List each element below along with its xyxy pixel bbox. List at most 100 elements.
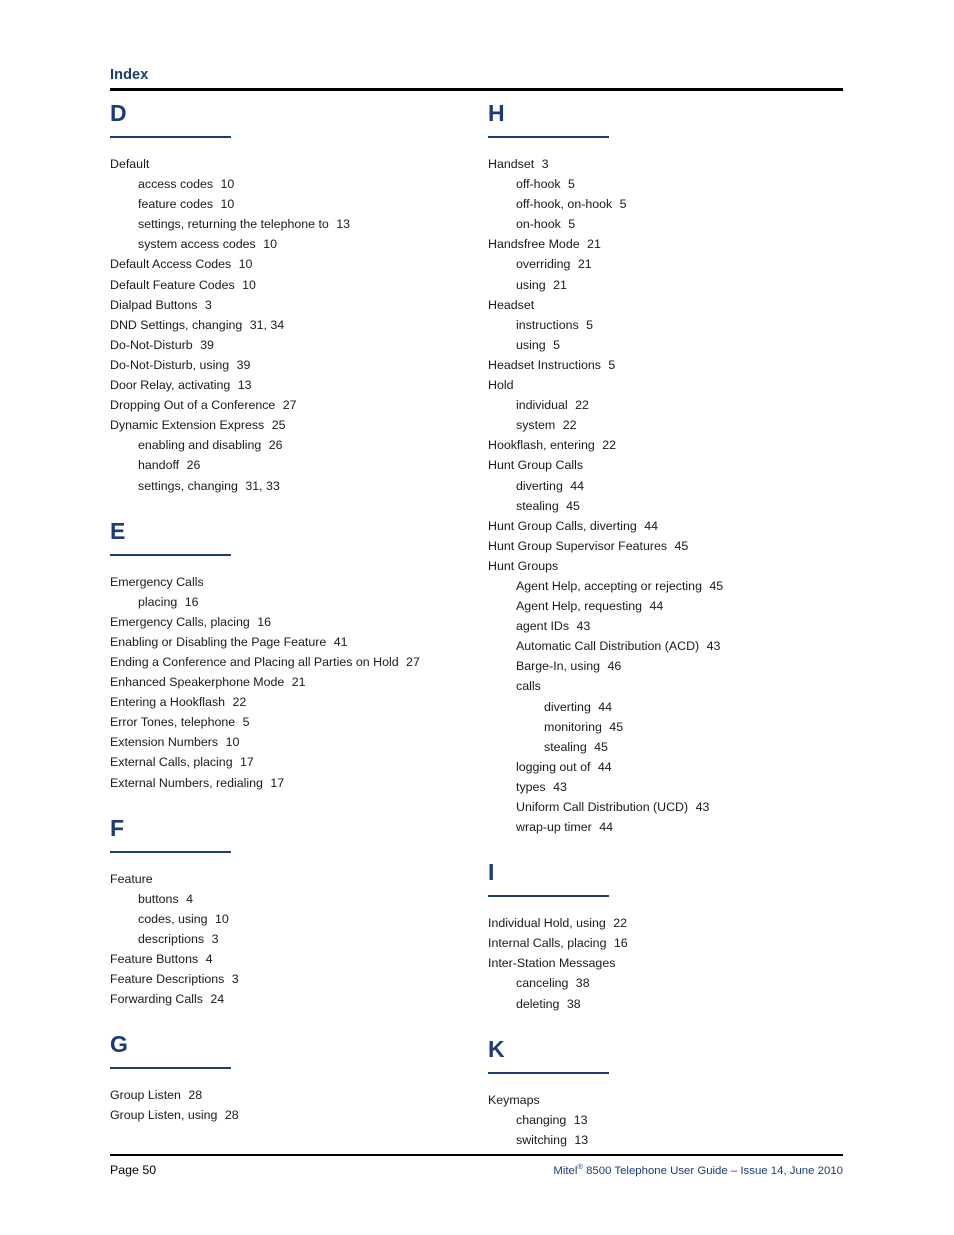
index-subentry[interactable]: descriptions 3 [110,929,476,949]
index-subentry[interactable]: diverting 44 [488,476,842,496]
index-entry[interactable]: Forwarding Calls 24 [110,989,476,1009]
index-entry[interactable]: Headset Instructions 5 [488,355,842,375]
index-subentry[interactable]: settings, returning the telephone to 13 [110,214,476,234]
index-subentry[interactable]: Barge-In, using 46 [488,656,842,676]
index-subentry[interactable]: wrap-up timer 44 [488,817,842,837]
index-entry[interactable]: Headset [488,295,842,315]
index-subentry[interactable]: canceling 38 [488,973,842,993]
index-subentry[interactable]: logging out of 44 [488,757,842,777]
index-entry[interactable]: DND Settings, changing 31, 34 [110,315,476,335]
entry-page-numbers: 43 [692,800,710,814]
letter-divider [110,850,231,853]
index-entry[interactable]: Individual Hold, using 22 [488,913,842,933]
letter-divider [488,1071,609,1074]
index-entry[interactable]: Extension Numbers 10 [110,732,476,752]
index-subentry[interactable]: system access codes 10 [110,234,476,254]
index-entry[interactable]: Dialpad Buttons 3 [110,295,476,315]
index-subentry[interactable]: handoff 26 [110,455,476,475]
index-subentry[interactable]: using 5 [488,335,842,355]
index-subentry[interactable]: Automatic Call Distribution (ACD) 43 [488,636,842,656]
index-entry[interactable]: Group Listen 28 [110,1085,476,1105]
index-subentry[interactable]: switching 13 [488,1130,842,1150]
entry-label: Dialpad Buttons [110,297,198,312]
index-subentry[interactable]: stealing 45 [488,496,842,516]
entry-page-numbers: 10 [238,277,256,292]
entry-label: stealing [516,498,559,513]
entry-label: Headset Instructions [488,357,601,372]
index-entry[interactable]: Default [110,154,476,174]
index-entry[interactable]: Hold [488,375,842,395]
letter-divider [110,553,231,556]
index-subentry[interactable]: changing 13 [488,1110,842,1130]
index-subentry[interactable]: Agent Help, accepting or rejecting 45 [488,576,842,596]
index-subentry[interactable]: overriding 21 [488,254,842,274]
index-subentry[interactable]: stealing 45 [488,737,842,757]
index-subentry[interactable]: off-hook 5 [488,174,842,194]
index-entry[interactable]: Feature Descriptions 3 [110,969,476,989]
index-entry[interactable]: Feature Buttons 4 [110,949,476,969]
entry-label: settings, returning the telephone to [138,217,329,232]
letter-group-G: G Group Listen 28 Group Listen, using 28 [110,1031,476,1125]
entry-page-numbers: 16 [253,614,272,629]
index-subentry[interactable]: Agent Help, requesting 44 [488,596,842,616]
index-entry[interactable]: Internal Calls, placing 16 [488,933,842,953]
index-entry[interactable]: Do-Not-Disturb, using 39 [110,355,476,375]
entry-label: system access codes [138,237,256,252]
index-entry[interactable]: Emergency Calls, placing 16 [110,612,476,632]
index-entry[interactable]: Emergency Calls [110,572,476,592]
index-subentry[interactable]: Uniform Call Distribution (UCD) 43 [488,797,842,817]
index-entry[interactable]: External Calls, placing 17 [110,752,476,772]
index-entry[interactable]: Handsfree Mode 21 [488,234,842,254]
entry-label: Forwarding Calls [110,992,203,1007]
index-subentry[interactable]: codes, using 10 [110,909,476,929]
index-subentry[interactable]: diverting 44 [488,697,842,717]
index-entry[interactable]: Enhanced Speakerphone Mode 21 [110,672,476,692]
index-entry[interactable]: Enabling or Disabling the Page Feature 4… [110,632,476,652]
index-subentry[interactable]: on-hook 5 [488,214,842,234]
index-subentry[interactable]: access codes 10 [110,174,476,194]
index-entry[interactable]: External Numbers, redialing 17 [110,773,476,793]
index-entry[interactable]: Ending a Conference and Placing all Part… [110,652,476,672]
index-subentry[interactable]: deleting 38 [488,994,842,1014]
index-subentry[interactable]: using 21 [488,275,842,295]
index-entry[interactable]: Do-Not-Disturb 39 [110,335,476,355]
index-entry[interactable]: Group Listen, using 28 [110,1105,476,1125]
index-subentry[interactable]: off-hook, on-hook 5 [488,194,842,214]
index-subentry[interactable]: calls [488,676,842,696]
index-entry[interactable]: Dynamic Extension Express 25 [110,415,476,435]
index-entry[interactable]: Keymaps [488,1090,842,1110]
index-entry[interactable]: Hookflash, entering 22 [488,435,842,455]
index-subentry[interactable]: placing 16 [110,592,476,612]
index-subentry[interactable]: types 43 [488,777,842,797]
index-entry[interactable]: Hunt Group Calls, diverting 44 [488,516,842,536]
entry-page-numbers: 16 [181,594,199,609]
entry-page-numbers: 10 [222,735,240,750]
index-entry[interactable]: Dropping Out of a Conference 27 [110,395,476,415]
entry-page-numbers: 21 [583,237,601,252]
index-entry[interactable]: Hunt Groups [488,556,842,576]
index-entry[interactable]: Error Tones, telephone 5 [110,712,476,732]
index-subentry[interactable]: buttons 4 [110,889,476,909]
index-entry[interactable]: Handset 3 [488,154,842,174]
index-entry[interactable]: Hunt Group Supervisor Features 45 [488,536,842,556]
index-subentry[interactable]: individual 22 [488,395,842,415]
index-subentry[interactable]: instructions 5 [488,315,842,335]
index-entry[interactable]: Inter-Station Messages [488,953,842,973]
index-subentry[interactable]: system 22 [488,415,842,435]
index-subentry[interactable]: feature codes 10 [110,194,476,214]
index-subentry[interactable]: enabling and disabling 26 [110,435,476,455]
index-entry[interactable]: Entering a Hookflash 22 [110,692,476,712]
index-entry[interactable]: Default Access Codes 10 [110,254,476,274]
letter-heading: F [110,814,125,841]
index-entry[interactable]: Default Feature Codes 10 [110,275,476,295]
index-subentry[interactable]: agent IDs 43 [488,616,842,636]
index-entry[interactable]: Hunt Group Calls [488,455,842,475]
entry-label: Keymaps [488,1092,540,1107]
index-entry[interactable]: Feature [110,869,476,889]
entry-page-numbers: 22 [559,418,577,433]
index-subentry[interactable]: settings, changing 31, 33 [110,476,476,496]
index-entry[interactable]: Door Relay, activating 13 [110,375,476,395]
index-subentry[interactable]: monitoring 45 [488,717,842,737]
entry-label: system [516,418,556,433]
left-column: D Default access codes 10 feature codes 10 s… [110,100,476,1150]
